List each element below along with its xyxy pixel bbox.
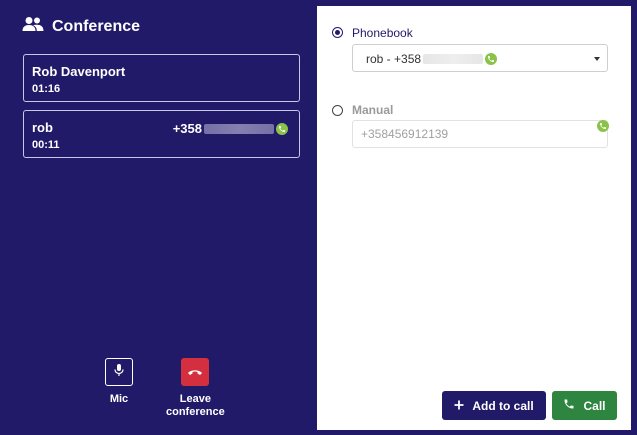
redacted-number: [204, 123, 274, 134]
leave-label: Leave conference: [166, 393, 225, 419]
participant-duration: 00:11: [32, 139, 60, 151]
hangup-icon: [187, 363, 203, 381]
manual-label: Manual: [352, 103, 394, 117]
participant-number: +358: [173, 121, 288, 136]
participant-number-prefix: +358: [172, 121, 202, 136]
phonebook-radio[interactable]: [332, 27, 343, 38]
mic-label: Mic: [109, 393, 129, 405]
phonebook-select[interactable]: rob - +358: [352, 44, 608, 72]
participant-card[interactable]: rob 00:11 +358: [23, 110, 300, 158]
chevron-down-icon: [594, 57, 600, 61]
people-icon: [22, 16, 44, 37]
mic-control: Mic: [105, 358, 133, 406]
participant-name: Rob Davenport: [32, 64, 126, 79]
manual-number-input[interactable]: [352, 120, 608, 148]
plus-icon: [454, 399, 464, 413]
phonebook-selected-text: rob - +358: [366, 52, 422, 66]
phone-status-icon: [276, 122, 288, 135]
conference-title: Conference: [52, 17, 141, 35]
phonebook-selected-value: rob - +358: [366, 52, 498, 66]
participant-name: rob: [32, 120, 53, 135]
phone-status-icon: [597, 120, 609, 132]
add-to-call-label: Add to call: [472, 398, 534, 413]
mic-button[interactable]: [105, 358, 133, 386]
leave-label-line1: Leave: [179, 393, 211, 405]
leave-control: Leave conference: [166, 358, 225, 419]
leave-label-line2: conference: [166, 406, 225, 418]
leave-conference-button[interactable]: [181, 358, 210, 386]
call-button[interactable]: Call: [552, 391, 617, 420]
app-root: Conference Rob Davenport 01:16 rob 00:11…: [0, 0, 637, 435]
participant-duration: 01:16: [32, 83, 61, 95]
mic-icon: [113, 363, 125, 382]
add-to-call-button[interactable]: Add to call: [442, 391, 546, 420]
phone-icon: [563, 398, 575, 413]
conference-header: Conference: [22, 16, 140, 37]
call-label: Call: [583, 398, 606, 413]
conference-panel: Conference Rob Davenport 01:16 rob 00:11…: [0, 0, 317, 435]
phone-status-icon: [485, 53, 498, 65]
phonebook-label: Phonebook: [352, 26, 413, 40]
manual-radio[interactable]: [332, 105, 343, 116]
redacted-number: [423, 54, 484, 64]
participant-card[interactable]: Rob Davenport 01:16: [23, 54, 300, 102]
dial-panel: Phonebook rob - +358 Manual Add to call: [317, 6, 631, 430]
